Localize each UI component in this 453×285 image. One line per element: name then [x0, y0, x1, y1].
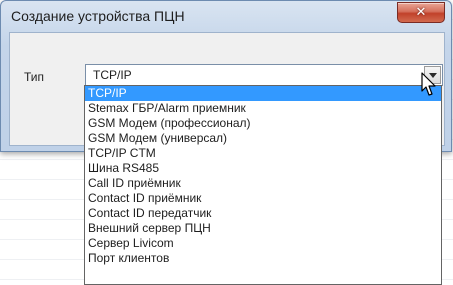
dropdown-item-contact-id-transmitter[interactable]: Contact ID передатчик [85, 206, 441, 221]
dropdown-item-rs485[interactable]: Шина RS485 [85, 161, 441, 176]
type-combobox[interactable]: TCP/IP [85, 64, 443, 86]
type-label: Тип [24, 70, 45, 84]
title-bar[interactable]: Создание устройства ПЦН ✕ [1, 1, 451, 31]
dropdown-item-call-id-receiver[interactable]: Call ID приёмник [85, 176, 441, 191]
dropdown-item-client-port[interactable]: Порт клиентов [85, 251, 441, 266]
dropdown-item-stemax-gbr[interactable]: Stemax ГБР/Alarm приемник [85, 101, 441, 116]
dropdown-item-gsm-pro[interactable]: GSM Модем (профессионал) [85, 116, 441, 131]
type-dropdown-list[interactable]: TCP/IP Stemax ГБР/Alarm приемник GSM Мод… [84, 85, 442, 285]
mouse-cursor-icon [421, 72, 436, 96]
close-button[interactable]: ✕ [397, 2, 445, 23]
dropdown-item-gsm-universal[interactable]: GSM Модем (универсал) [85, 131, 441, 146]
dropdown-item-tcpip-ctm[interactable]: TCP/IP CTM [85, 146, 441, 161]
dropdown-item-livicom-server[interactable]: Сервер Livicom [85, 236, 441, 251]
dropdown-item-contact-id-receiver[interactable]: Contact ID приёмник [85, 191, 441, 206]
dialog-title: Создание устройства ПЦН [11, 8, 185, 24]
close-icon: ✕ [415, 5, 427, 20]
type-combobox-value: TCP/IP [93, 68, 132, 82]
dropdown-item-tcpip[interactable]: TCP/IP [85, 86, 441, 101]
dropdown-item-external-server[interactable]: Внешний сервер ПЦН [85, 221, 441, 236]
